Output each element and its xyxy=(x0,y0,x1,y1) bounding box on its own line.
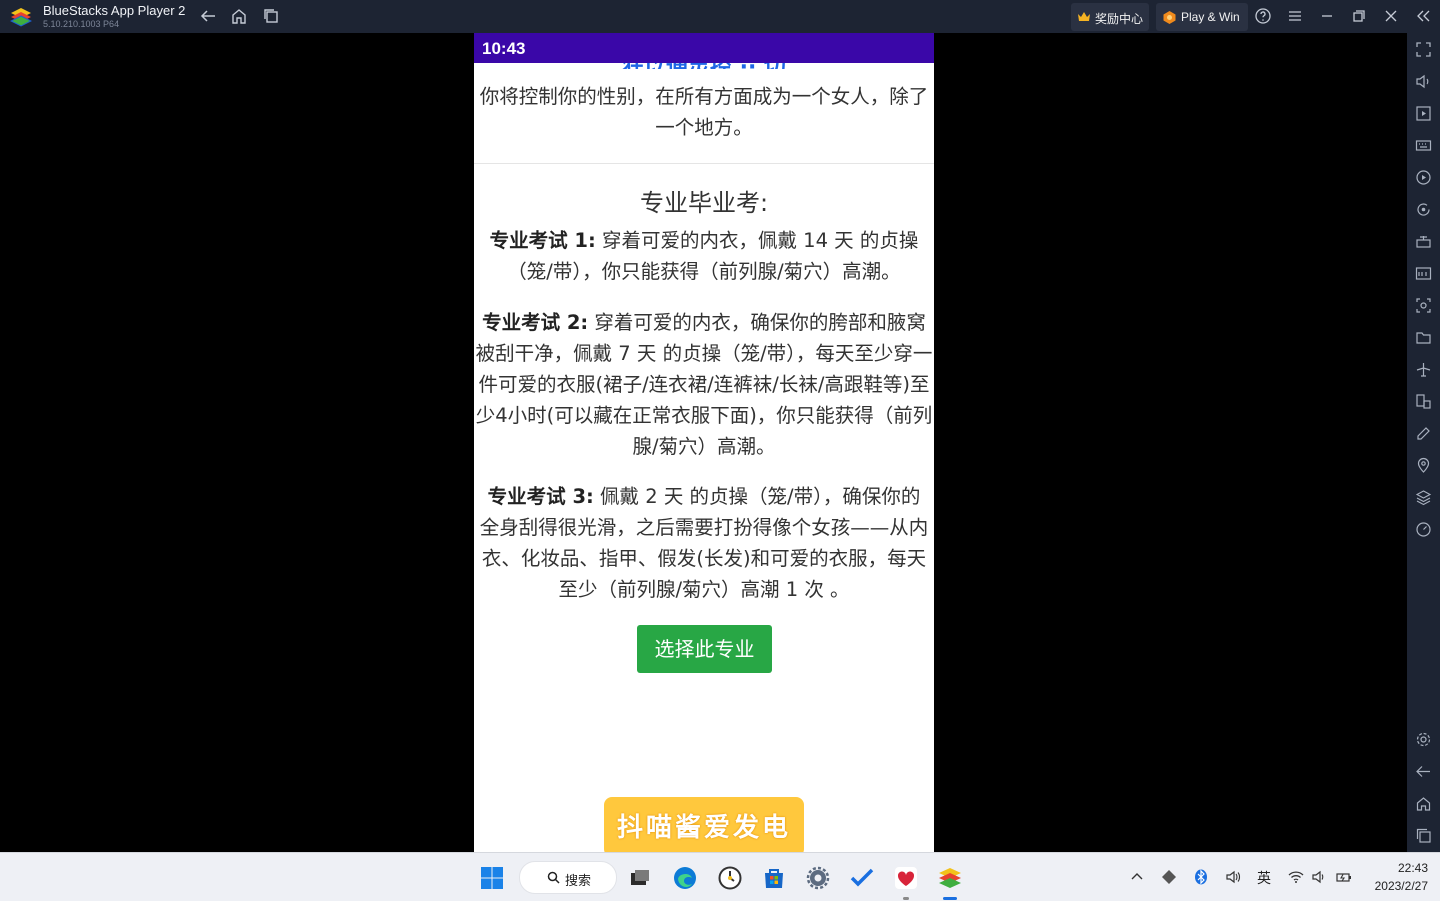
play-and-win-button[interactable]: Play & Win xyxy=(1156,3,1248,31)
task-view-icon[interactable] xyxy=(628,866,652,890)
microsoft-store-icon[interactable] xyxy=(762,866,786,890)
window-titlebar: BlueStacks App Player 2 5.10.210.1003 P6… xyxy=(0,0,1440,33)
todo-checkmark-icon[interactable] xyxy=(850,866,874,890)
volume-tray-icon[interactable] xyxy=(1311,869,1327,885)
volume-icon[interactable] xyxy=(1415,73,1432,90)
eco-mode-icon[interactable] xyxy=(1415,425,1432,442)
menu-icon[interactable] xyxy=(1286,7,1304,25)
clock-date[interactable]: 2023/2/27 xyxy=(1360,879,1428,893)
app-title: BlueStacks App Player 2 xyxy=(43,3,186,18)
multi-instance-icon[interactable] xyxy=(1415,393,1432,410)
exam-label: 专业考试 2: xyxy=(482,311,589,334)
layers-icon[interactable] xyxy=(1415,489,1432,506)
exam-item-2: 专业考试 2: 穿着可爱的内衣，确保你的胯部和腋窝被刮干净，佩戴 7 天 的贞操… xyxy=(474,307,934,462)
medal-icon xyxy=(1163,11,1176,24)
input-language-indicator[interactable]: 英 xyxy=(1257,868,1271,888)
play-and-win-label: Play & Win xyxy=(1181,10,1240,24)
home-icon[interactable] xyxy=(230,7,248,25)
afdian-banner[interactable]: 抖喵酱爱发电 xyxy=(604,797,804,852)
settings-gear-icon[interactable] xyxy=(1415,731,1432,748)
minimize-icon[interactable] xyxy=(1318,7,1336,25)
app-version: 5.10.210.1003 P64 xyxy=(43,19,120,29)
exam-label: 专业考试 3: xyxy=(487,485,594,508)
apk-install-icon[interactable] xyxy=(1415,265,1432,282)
tray-app-diamond-icon[interactable] xyxy=(1161,869,1177,885)
settings-icon[interactable] xyxy=(806,866,830,890)
search-label: 搜索 xyxy=(565,874,592,889)
keyboard-icon[interactable] xyxy=(1415,137,1432,154)
exam-label: 专业考试 1: xyxy=(489,229,596,252)
rotate-sync-icon[interactable] xyxy=(1415,201,1432,218)
performance-icon[interactable] xyxy=(1415,521,1432,538)
android-recents-icon[interactable] xyxy=(1415,827,1432,844)
media-play-icon[interactable] xyxy=(1415,105,1432,122)
reward-center-button[interactable]: 奖励中心 xyxy=(1071,3,1149,31)
android-home-icon[interactable] xyxy=(1415,795,1432,812)
help-icon[interactable] xyxy=(1254,7,1272,25)
status-time: 10:43 xyxy=(482,39,526,58)
bluetooth-icon[interactable] xyxy=(1193,869,1209,885)
windows-taskbar: 搜索 英 22:43 2023/2/27 xyxy=(0,852,1440,901)
clock-time[interactable]: 22:43 xyxy=(1380,861,1428,875)
android-screen[interactable]: 狂以通灵控 ·· 切 10:43 你将控制你的性别，在所有方面成为一个女人，除了… xyxy=(474,33,934,852)
show-hidden-icons-chevron-icon[interactable] xyxy=(1129,869,1145,885)
crown-icon xyxy=(1078,12,1090,21)
android-status-bar: 10:43 xyxy=(474,33,934,63)
windows-start-icon[interactable] xyxy=(480,866,504,890)
android-back-icon[interactable] xyxy=(1415,763,1432,780)
macro-record-icon[interactable] xyxy=(1415,169,1432,186)
heart-app-icon[interactable] xyxy=(894,866,918,890)
folder-icon[interactable] xyxy=(1415,329,1432,346)
taskbar-search[interactable]: 搜索 xyxy=(519,861,617,894)
screenshot-icon[interactable] xyxy=(1415,297,1432,314)
clock-app-icon[interactable] xyxy=(718,866,742,890)
airplane-mode-icon[interactable] xyxy=(1415,361,1432,378)
intro-text: 你将控制你的性别，在所有方面成为一个女人，除了一个地方。 xyxy=(479,85,929,139)
close-icon[interactable] xyxy=(1382,7,1400,25)
right-toolbar xyxy=(1407,33,1440,852)
reward-center-label: 奖励中心 xyxy=(1095,12,1144,26)
bluestacks-logo-icon xyxy=(10,8,32,27)
recent-apps-icon[interactable] xyxy=(262,7,280,25)
location-icon[interactable] xyxy=(1415,457,1432,474)
battery-charging-icon[interactable] xyxy=(1336,869,1352,885)
speaker-icon[interactable] xyxy=(1225,869,1241,885)
exam-item-1: 专业考试 1: 穿着可爱的内衣，佩戴 14 天 的贞操（笼/带），你只能获得（前… xyxy=(474,225,934,287)
section-title: 专业毕业考: xyxy=(639,189,769,217)
search-icon xyxy=(547,871,560,884)
bluestacks-taskbar-icon[interactable] xyxy=(938,866,962,890)
back-arrow-icon[interactable] xyxy=(199,7,217,25)
wifi-icon[interactable] xyxy=(1288,869,1304,885)
choose-major-button[interactable]: 选择此专业 xyxy=(637,625,772,673)
banner-text: 抖喵酱爱发电 xyxy=(616,813,791,843)
fullscreen-icon[interactable] xyxy=(1415,41,1432,58)
collapse-sidebar-icon[interactable] xyxy=(1414,7,1432,25)
exam-item-3: 专业考试 3: 佩戴 2 天 的贞操（笼/带），确保你的全身刮得很光滑，之后需要… xyxy=(474,481,934,605)
edge-browser-icon[interactable] xyxy=(673,866,697,890)
restore-icon[interactable] xyxy=(1350,7,1368,25)
game-controls-icon[interactable] xyxy=(1415,233,1432,250)
section-divider xyxy=(474,163,934,164)
